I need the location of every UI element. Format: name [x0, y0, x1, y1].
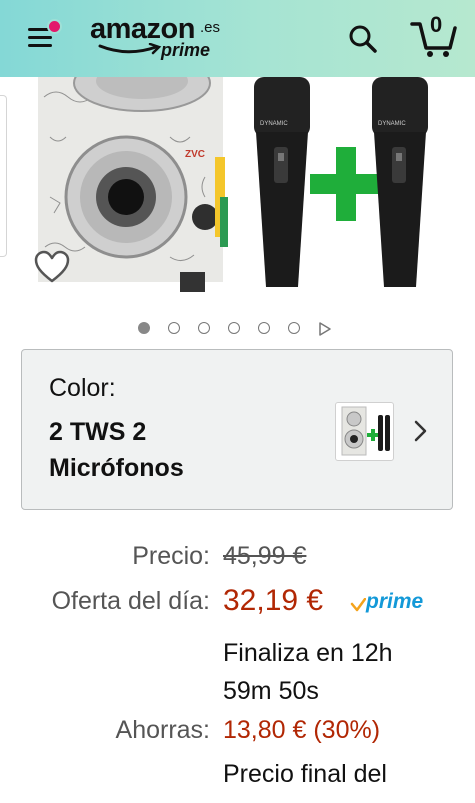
menu-button[interactable]: [26, 19, 62, 52]
swatch-image: [341, 406, 390, 456]
final-price-note: Precio final del: [223, 760, 387, 788]
search-icon: [349, 25, 377, 53]
product-image[interactable]: ZVC DYNAMIC DYNAMIC: [30, 77, 445, 305]
image-carousel-indicator: [138, 322, 338, 338]
carousel-dot[interactable]: [228, 322, 240, 334]
carousel-dot[interactable]: [198, 322, 210, 334]
wishlist-button[interactable]: [34, 250, 70, 284]
carousel-dot[interactable]: [288, 322, 300, 334]
deal-price-label: Oferta del día:: [51, 587, 210, 615]
product-photo: ZVC DYNAMIC DYNAMIC: [38, 77, 428, 292]
search-button[interactable]: [346, 22, 380, 56]
top-nav-bar: amazon .es prime 0: [0, 0, 475, 77]
logo-tld: .es: [200, 19, 221, 36]
cart-count: 0: [430, 12, 443, 37]
notification-dot: [47, 19, 62, 34]
list-price-label: Precio:: [132, 542, 210, 570]
smile-arrow-icon: [98, 43, 162, 55]
menu-icon-bar: [28, 36, 52, 39]
video-play-icon[interactable]: [318, 322, 332, 336]
color-swatch-thumbnail: [335, 402, 394, 461]
color-variation-selector[interactable]: Color: 2 TWS 2 Micrófonos: [21, 349, 453, 510]
prime-check-icon: [350, 598, 366, 612]
carousel-dot[interactable]: [138, 322, 150, 334]
logo-prime: prime: [161, 40, 211, 60]
menu-icon-bar: [28, 44, 52, 47]
list-price-value: 45,99 €: [223, 542, 307, 570]
svg-text:ZVC: ZVC: [185, 149, 205, 160]
saving-value: 13,80 € (30%): [223, 716, 381, 744]
side-panel-tab[interactable]: [0, 95, 7, 257]
deal-price-value: 32,19 €: [223, 584, 324, 617]
chevron-right-icon: [414, 420, 427, 442]
cart-button[interactable]: 0: [410, 12, 458, 58]
carousel-dot[interactable]: [168, 322, 180, 334]
heart-icon: [34, 250, 70, 283]
color-label: Color:: [49, 374, 116, 402]
prime-badge: prime: [366, 590, 424, 613]
svg-text:DYNAMIC: DYNAMIC: [378, 121, 406, 127]
amazon-prime-logo[interactable]: amazon .es prime: [90, 13, 230, 63]
color-value: 2 TWS 2 Micrófonos: [49, 418, 184, 482]
saving-label: Ahorras:: [115, 716, 210, 744]
svg-text:DYNAMIC: DYNAMIC: [260, 121, 288, 127]
carousel-dot[interactable]: [258, 322, 270, 334]
deal-countdown: Finaliza en 12h 59m 50s: [223, 639, 393, 705]
